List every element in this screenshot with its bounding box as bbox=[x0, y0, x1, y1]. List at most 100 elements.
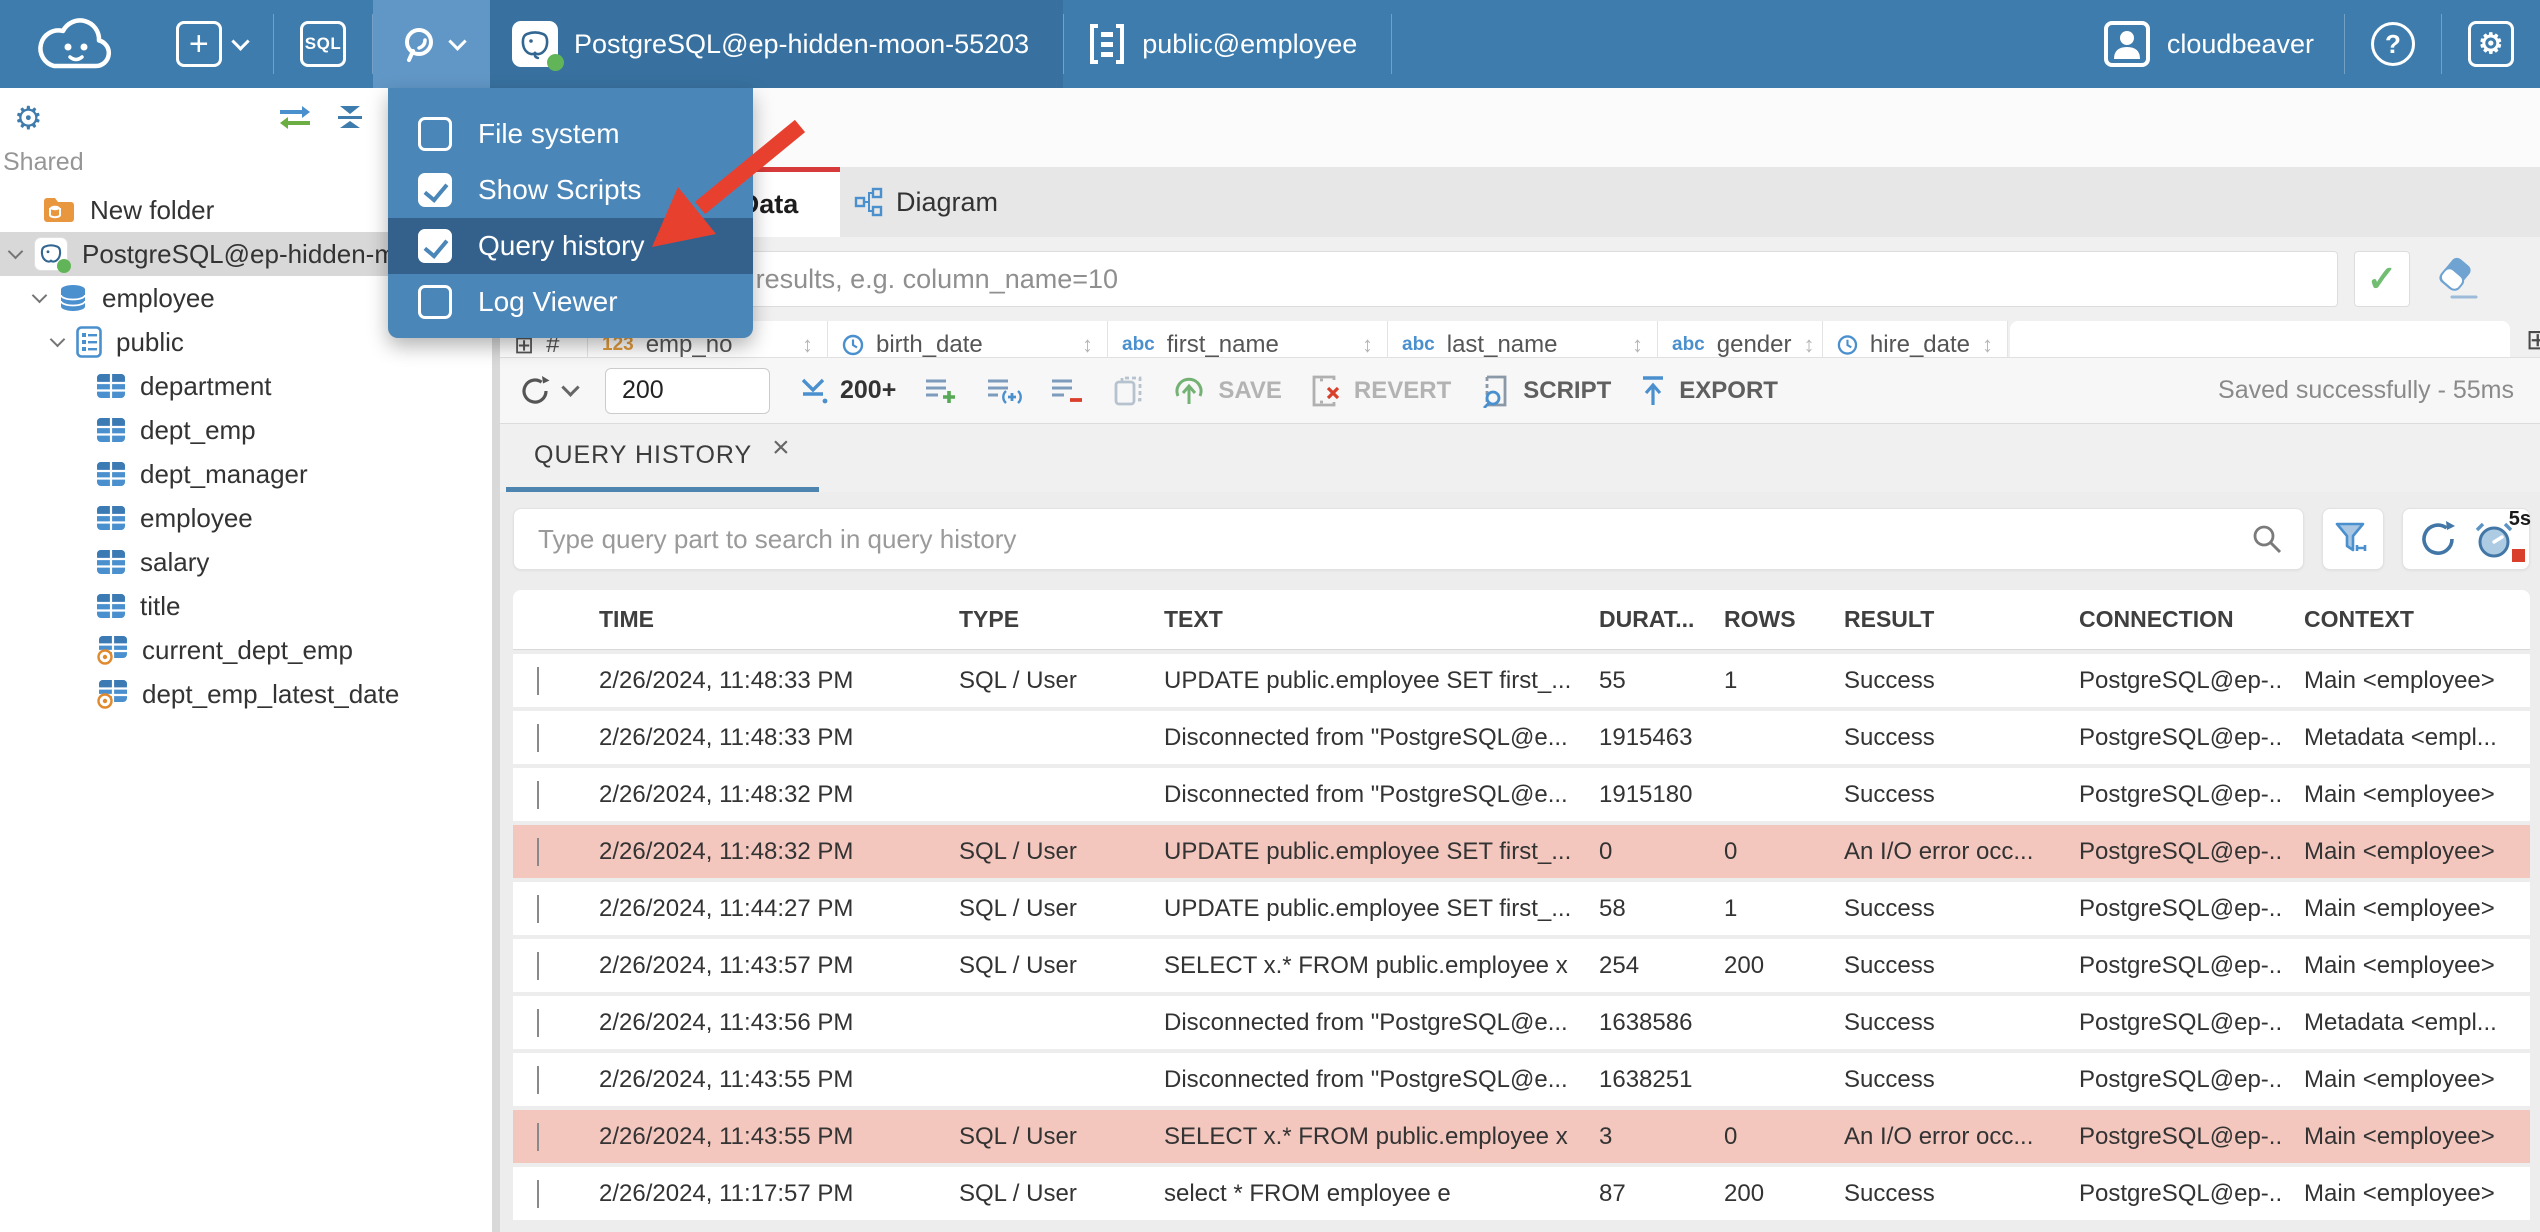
col-type[interactable]: TYPE bbox=[935, 606, 1140, 633]
table-icon bbox=[96, 505, 126, 531]
col-duration[interactable]: DURAT... bbox=[1575, 606, 1700, 633]
tree-item-table-employee[interactable]: employee bbox=[0, 496, 492, 540]
row-limit-input[interactable] bbox=[605, 367, 770, 414]
col-context[interactable]: CONTEXT bbox=[2280, 606, 2530, 633]
user-menu[interactable]: cloudbeaver bbox=[2073, 0, 2344, 88]
expand-chevron-icon[interactable] bbox=[537, 1065, 539, 1094]
schema-selector[interactable]: public@employee bbox=[1064, 0, 1391, 88]
col-connection[interactable]: CONNECTION bbox=[2055, 606, 2280, 633]
history-row[interactable]: 2/26/2024, 11:17:57 PM SQL / User select… bbox=[513, 1167, 2530, 1220]
expand-chevron-icon[interactable] bbox=[537, 666, 539, 695]
sql-editor-button[interactable]: SQL bbox=[274, 0, 372, 88]
settings-button[interactable]: ⚙ bbox=[2442, 0, 2540, 88]
add-row-button[interactable] bbox=[924, 376, 958, 406]
menu-item-log-viewer[interactable]: Log Viewer bbox=[388, 274, 753, 330]
grid-col-last-name[interactable]: abc last_name ↕ bbox=[1388, 321, 1658, 357]
chevron-down-icon[interactable] bbox=[49, 331, 66, 348]
sort-icon[interactable]: ↕ bbox=[1082, 332, 1093, 357]
history-filter-button[interactable] bbox=[2322, 508, 2384, 570]
menu-item-file-system[interactable]: File system bbox=[388, 106, 753, 162]
tree-item-table-dept-emp[interactable]: dept_emp bbox=[0, 408, 492, 452]
fetch-all-button[interactable]: 200+ bbox=[798, 376, 896, 406]
history-row[interactable]: 2/26/2024, 11:48:33 PM Disconnected from… bbox=[513, 711, 2530, 764]
duplicate-button[interactable] bbox=[1112, 374, 1144, 408]
history-row[interactable]: 2/26/2024, 11:48:33 PM SQL / User UPDATE… bbox=[513, 654, 2530, 707]
checkbox-checked[interactable] bbox=[418, 173, 452, 207]
expand-chevron-icon[interactable] bbox=[537, 723, 539, 752]
col-rows[interactable]: ROWS bbox=[1700, 606, 1820, 633]
menu-item-query-history[interactable]: Query history bbox=[388, 218, 753, 274]
expand-chevron-icon[interactable] bbox=[537, 1122, 539, 1151]
tree-item-label: New folder bbox=[90, 194, 215, 225]
sort-icon[interactable]: ↕ bbox=[1632, 332, 1643, 357]
tree-item-view-dept-emp-latest-date[interactable]: dept_emp_latest_date bbox=[0, 672, 492, 716]
tab-query-history[interactable]: QUERY HISTORY × bbox=[506, 424, 819, 492]
history-search-input[interactable] bbox=[513, 508, 2304, 570]
save-button[interactable]: SAVE bbox=[1172, 374, 1282, 408]
history-row[interactable]: 2/26/2024, 11:43:57 PM SQL / User SELECT… bbox=[513, 939, 2530, 992]
apply-filter-button[interactable]: ✓ bbox=[2354, 251, 2410, 307]
help-button[interactable]: ? bbox=[2345, 0, 2441, 88]
chevron-down-icon[interactable] bbox=[7, 243, 24, 260]
sort-icon[interactable]: ↕ bbox=[1982, 332, 1993, 357]
history-row[interactable]: 2/26/2024, 11:43:56 PM Disconnected from… bbox=[513, 996, 2530, 1049]
expand-chevron-icon[interactable] bbox=[537, 1008, 539, 1037]
history-row-error[interactable]: 2/26/2024, 11:43:55 PM SQL / User SELECT… bbox=[513, 1110, 2530, 1163]
tree-item-table-department[interactable]: department bbox=[0, 364, 492, 408]
duplicate-row-button[interactable] bbox=[986, 376, 1023, 406]
expand-chevron-icon[interactable] bbox=[537, 837, 539, 866]
tree-item-label: employee bbox=[102, 282, 215, 313]
auto-refresh-timer-button[interactable]: 5s bbox=[2473, 508, 2531, 562]
tree-item-view-current-dept-emp[interactable]: current_dept_emp bbox=[0, 628, 492, 672]
history-row[interactable]: 2/26/2024, 11:44:27 PM SQL / User UPDATE… bbox=[513, 882, 2530, 935]
navigator-settings-icon[interactable]: ⚙ bbox=[14, 102, 43, 134]
clear-filter-button[interactable] bbox=[2432, 257, 2482, 301]
history-row-error[interactable]: 2/26/2024, 11:48:32 PM SQL / User UPDATE… bbox=[513, 825, 2530, 878]
grid-col-first-name[interactable]: abc first_name ↕ bbox=[1108, 321, 1388, 357]
grid-col-birth-date[interactable]: birth_date ↕ bbox=[828, 321, 1108, 357]
history-refresh-button[interactable] bbox=[2417, 518, 2459, 560]
tree-item-table-title[interactable]: title bbox=[0, 584, 492, 628]
collapse-all-icon[interactable] bbox=[334, 104, 366, 130]
sort-icon[interactable]: ↕ bbox=[802, 332, 813, 357]
delete-row-button[interactable] bbox=[1050, 376, 1084, 406]
tree-item-table-dept-manager[interactable]: dept_manager bbox=[0, 452, 492, 496]
tools-menu-button[interactable] bbox=[373, 0, 490, 88]
checkbox-unchecked[interactable] bbox=[418, 285, 452, 319]
tree-item-label: dept_emp_latest_date bbox=[142, 678, 400, 709]
refresh-button[interactable] bbox=[518, 374, 580, 408]
col-time[interactable]: TIME bbox=[575, 606, 935, 633]
tab-diagram[interactable]: Diagram bbox=[840, 167, 1012, 237]
script-button[interactable]: SCRIPT bbox=[1479, 374, 1611, 408]
expand-chevron-icon[interactable] bbox=[537, 951, 539, 980]
export-button[interactable]: EXPORT bbox=[1639, 374, 1778, 408]
grid-col-gender[interactable]: abc gender ↕ bbox=[1658, 321, 1823, 357]
checkbox-checked[interactable] bbox=[418, 229, 452, 263]
check-icon: ✓ bbox=[2366, 258, 2398, 299]
col-result[interactable]: RESULT bbox=[1820, 606, 2055, 633]
filter-expression-input[interactable] bbox=[508, 251, 2338, 307]
cloudbeaver-logo[interactable] bbox=[0, 0, 150, 88]
history-row[interactable]: 2/26/2024, 11:43:55 PM Disconnected from… bbox=[513, 1053, 2530, 1106]
grid-col-hire-date[interactable]: hire_date ↕ bbox=[1823, 321, 2008, 357]
sync-selection-icon[interactable] bbox=[276, 104, 314, 130]
expand-chevron-icon[interactable] bbox=[537, 1179, 539, 1208]
close-icon[interactable]: × bbox=[772, 431, 791, 465]
expand-chevron-icon[interactable] bbox=[537, 894, 539, 923]
revert-button[interactable]: REVERT bbox=[1310, 374, 1451, 408]
expand-chevron-icon[interactable] bbox=[537, 780, 539, 809]
grid-panel-icon[interactable]: ⊞ bbox=[2526, 323, 2540, 356]
postgresql-icon bbox=[34, 237, 71, 273]
active-connection[interactable]: PostgreSQL@ep-hidden-moon-55203 bbox=[490, 0, 1064, 88]
chevron-down-icon[interactable] bbox=[31, 287, 48, 304]
menu-item-show-scripts[interactable]: Show Scripts bbox=[388, 162, 753, 218]
tree-item-table-salary[interactable]: salary bbox=[0, 540, 492, 584]
history-row[interactable]: 2/26/2024, 11:48:32 PM Disconnected from… bbox=[513, 768, 2530, 821]
new-connection-button[interactable]: + bbox=[150, 0, 273, 88]
connection-status-dot bbox=[547, 54, 564, 71]
col-text[interactable]: TEXT bbox=[1140, 606, 1575, 633]
filter-bar: ✓ bbox=[500, 237, 2540, 321]
checkbox-unchecked[interactable] bbox=[418, 117, 452, 151]
sort-icon[interactable]: ↕ bbox=[1803, 332, 1814, 357]
sort-icon[interactable]: ↕ bbox=[1362, 332, 1373, 357]
